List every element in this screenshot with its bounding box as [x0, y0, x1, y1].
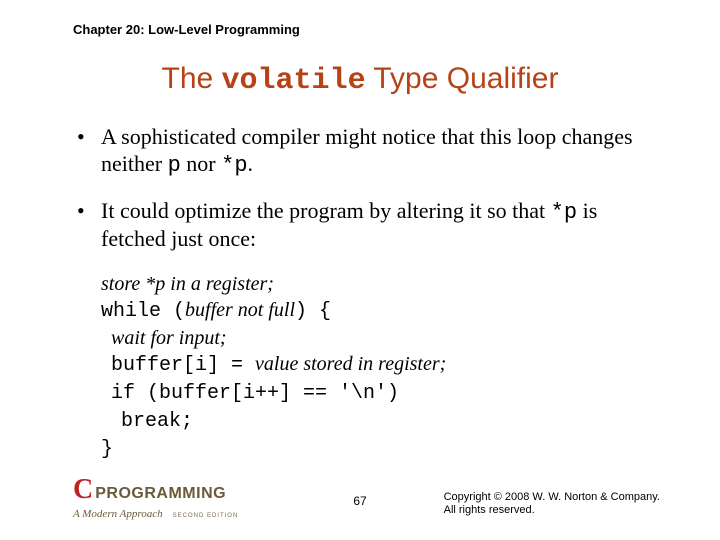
copyright: Copyright © 2008 W. W. Norton & Company.… [444, 491, 660, 519]
code-line: while (buffer not full) { [101, 297, 665, 325]
logo-edition: SECOND EDITION [173, 513, 239, 519]
copyright-line1: Copyright © 2008 W. W. Norton & Company. [444, 491, 660, 505]
slide-content: A sophisticated compiler might notice th… [75, 124, 665, 463]
code-block: store *p in a register;while (buffer not… [101, 271, 665, 463]
bullet-list: A sophisticated compiler might notice th… [75, 124, 665, 253]
chapter-label: Chapter 20: Low-Level Programming [73, 22, 300, 37]
code-line: if (buffer[i++] == '\n') [101, 379, 665, 407]
code-line: buffer[i] = value stored in register; [101, 351, 665, 379]
code-line: break; [101, 407, 665, 435]
bullet-item: It could optimize the program by alterin… [75, 198, 665, 254]
title-post: Type Qualifier [366, 62, 559, 95]
code-line: } [101, 435, 665, 463]
copyright-line2: All rights reserved. [444, 504, 660, 518]
bullet-item: A sophisticated compiler might notice th… [75, 124, 665, 180]
slide-title: The volatile Type Qualifier [0, 62, 720, 98]
title-pre: The [162, 62, 222, 95]
footer: C PROGRAMMING A Modern Approach SECOND E… [0, 478, 720, 522]
code-line: wait for input; [101, 325, 665, 351]
code-line: store *p in a register; [101, 271, 665, 297]
logo-subtitle: A Modern Approach [73, 508, 163, 520]
title-keyword: volatile [222, 64, 366, 98]
